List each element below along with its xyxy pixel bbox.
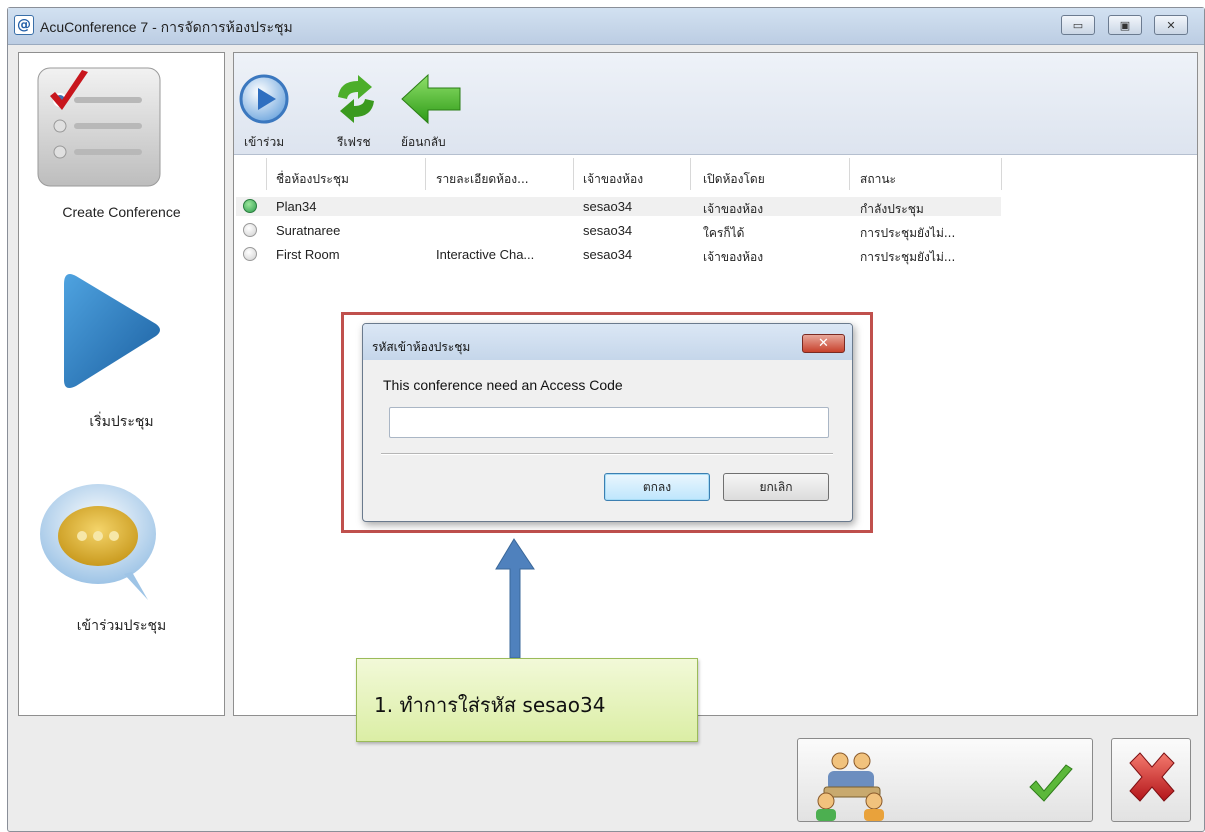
checklist-icon — [37, 67, 161, 187]
sidebar-item-create-conference[interactable] — [36, 66, 162, 189]
sidebar-item-start-meeting[interactable] — [36, 270, 162, 393]
maximize-button[interactable]: ▣ — [1108, 15, 1142, 35]
status-active-icon — [243, 199, 257, 213]
room-owner: sesao34 — [583, 223, 633, 238]
confirm-icons — [816, 752, 1073, 821]
room-name: Plan34 — [276, 199, 317, 214]
column-header-owner[interactable]: เจ้าของห้อง — [583, 170, 643, 189]
annotation-arrow-icon — [495, 538, 535, 659]
column-header-detail[interactable]: รายละเอียดห้อง... — [436, 170, 529, 189]
refresh-icon — [338, 75, 374, 123]
column-divider[interactable] — [425, 158, 426, 190]
window-title: AcuConference 7 - การจัดการห้องประชุม — [40, 19, 293, 35]
room-opened-by: เจ้าของห้อง — [703, 250, 764, 264]
room-name: First Room — [276, 247, 340, 262]
play-circle-icon — [239, 74, 289, 124]
room-status: กำลังประชุม — [860, 202, 924, 216]
access-code-input[interactable] — [389, 407, 829, 438]
room-opened-by: ใครก็ได้ — [703, 226, 745, 240]
cancel-big-button[interactable] — [1111, 738, 1191, 822]
close-window-button[interactable]: ✕ — [1154, 15, 1188, 35]
sidebar-item-join-meeting[interactable] — [36, 480, 162, 603]
room-owner: sesao34 — [583, 199, 633, 214]
minimize-button[interactable]: ▭ — [1061, 15, 1095, 35]
refresh-label[interactable]: รีเฟรช — [337, 133, 371, 152]
status-idle-icon — [243, 247, 257, 261]
sidebar-item-label: เริ่มประชุม — [89, 413, 154, 429]
dialog-close-button[interactable]: ✕ — [802, 334, 845, 353]
column-header-opened-by[interactable]: เปิดห้องโดย — [703, 170, 765, 189]
column-divider[interactable] — [573, 158, 574, 190]
column-divider[interactable] — [690, 158, 691, 190]
column-divider[interactable] — [849, 158, 850, 190]
column-divider[interactable] — [1001, 158, 1002, 190]
arrow-left-icon — [401, 73, 461, 125]
back-label[interactable]: ย้อนกลับ — [401, 133, 446, 152]
back-button[interactable] — [398, 73, 466, 125]
column-header-name[interactable]: ชื่อห้องประชุม — [276, 170, 349, 189]
meeting-people-icon — [816, 752, 884, 821]
room-status: การประชุมยังไม่... — [860, 226, 956, 240]
column-divider[interactable] — [266, 158, 267, 190]
confirm-button[interactable] — [797, 738, 1093, 822]
checkmark-icon — [1029, 764, 1073, 802]
cancel-button[interactable]: ยกเลิก — [723, 473, 829, 501]
dialog-divider — [381, 453, 833, 455]
chat-bubble-icon — [40, 484, 156, 600]
sidebar-item-label: เข้าร่วมประชุม — [76, 617, 167, 633]
column-header-status[interactable]: สถานะ — [860, 170, 896, 189]
dialog-message: This conference need an Access Code — [383, 377, 623, 393]
room-name: Suratnaree — [276, 223, 341, 238]
sidebar-item-label: Create Conference — [62, 204, 181, 220]
room-owner: sesao34 — [583, 247, 633, 262]
maximize-icon: ▣ — [1119, 19, 1131, 32]
play-icon — [64, 274, 160, 388]
instruction-text: 1. ทำการใส่รหัส sesao34 — [374, 693, 606, 717]
room-opened-by: เจ้าของห้อง — [703, 202, 764, 216]
close-icon: ✕ — [1166, 19, 1176, 32]
close-icon: ✕ — [818, 336, 829, 351]
refresh-button[interactable] — [330, 73, 382, 125]
room-detail: Interactive Cha... — [436, 247, 535, 262]
room-status: การประชุมยังไม่... — [860, 250, 956, 264]
join-button[interactable] — [238, 73, 290, 125]
dialog-title: รหัสเข้าห้องประชุม — [372, 340, 471, 354]
ok-button[interactable]: ตกลง — [604, 473, 710, 501]
minimize-icon: ▭ — [1072, 19, 1084, 32]
join-label[interactable]: เข้าร่วม — [244, 133, 284, 152]
app-logo-icon: @ — [14, 15, 34, 35]
red-x-icon — [1129, 752, 1175, 802]
status-idle-icon — [243, 223, 257, 237]
